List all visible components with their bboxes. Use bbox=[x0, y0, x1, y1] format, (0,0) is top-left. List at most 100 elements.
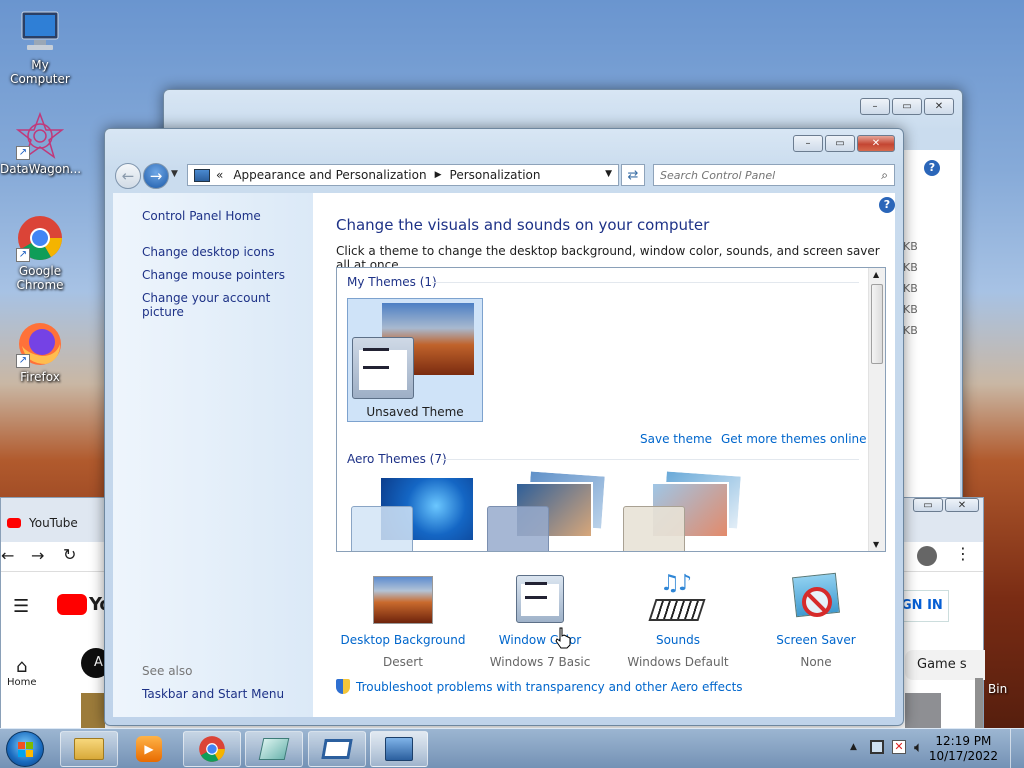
minimize-button[interactable]: – bbox=[793, 135, 823, 152]
file-size-unit: KB bbox=[903, 282, 918, 295]
help-icon[interactable]: ? bbox=[924, 160, 940, 176]
change-mouse-pointers-link[interactable]: Change mouse pointers bbox=[142, 268, 285, 282]
address-bar[interactable]: « Appearance and Personalization ▶ Perso… bbox=[187, 164, 619, 186]
system-tray: ▲ ✕ 🔈︎ 12:19 PM 10/17/2022 bbox=[834, 729, 1024, 768]
file-size-unit: KB bbox=[903, 261, 918, 274]
desktop-background-setting[interactable]: Desktop Background Desert bbox=[336, 573, 470, 669]
browser-menu-icon[interactable]: ⋮ bbox=[955, 544, 971, 563]
desktop-icon-firefox[interactable]: ↗ Firefox bbox=[0, 320, 80, 384]
desktop-background-icon bbox=[371, 573, 435, 627]
file-list-pane bbox=[904, 150, 960, 530]
desktop-icon-my-computer[interactable]: My Computer bbox=[0, 8, 80, 86]
control-panel-home-link[interactable]: Control Panel Home bbox=[142, 209, 261, 223]
theme-gallery-scrollbar[interactable]: ▲ ▼ bbox=[868, 268, 885, 551]
setting-label[interactable]: Window Color bbox=[473, 633, 607, 647]
setting-label[interactable]: Screen Saver bbox=[749, 633, 883, 647]
sounds-setting[interactable]: ♫ ♪ Sounds Windows Default bbox=[611, 571, 745, 669]
search-box[interactable]: ⌕ bbox=[653, 164, 895, 186]
theme-gallery[interactable]: My Themes (1) Unsaved Theme Save theme G… bbox=[336, 267, 886, 552]
back-arrow-icon[interactable]: ← bbox=[1, 546, 14, 565]
desktop-icon-chrome[interactable]: ↗ Google Chrome bbox=[0, 214, 80, 292]
scroll-up-icon[interactable]: ▲ bbox=[873, 270, 879, 279]
forward-button[interactable]: → bbox=[143, 163, 169, 189]
recycle-bin-label[interactable]: Bin bbox=[988, 682, 1007, 696]
media-player-icon: ▶ bbox=[136, 736, 162, 762]
main-content: ? Change the visuals and sounds on your … bbox=[313, 193, 895, 717]
close-button[interactable]: ✕ bbox=[924, 98, 954, 115]
taskbar-start-menu-link[interactable]: Taskbar and Start Menu bbox=[142, 687, 284, 701]
breadcrumb-appearance[interactable]: Appearance and Personalization bbox=[233, 168, 426, 182]
sign-in-button[interactable]: GN IN bbox=[901, 590, 949, 622]
tab-title: YouTube bbox=[29, 516, 78, 530]
control-panel-icon bbox=[385, 737, 413, 761]
maximize-button[interactable]: ▭ bbox=[825, 135, 855, 152]
action-center-icon[interactable]: ✕ bbox=[892, 740, 906, 754]
theme-tile-unsaved[interactable]: Unsaved Theme bbox=[347, 298, 483, 422]
minimize-button[interactable]: – bbox=[860, 98, 890, 115]
show-desktop-button[interactable] bbox=[1010, 729, 1024, 768]
show-hidden-icons-icon[interactable]: ▲ bbox=[850, 742, 857, 752]
personalization-window[interactable]: – ▭ ✕ ← → ▼ « Appearance and Personaliza… bbox=[104, 128, 904, 726]
help-icon[interactable]: ? bbox=[879, 197, 895, 213]
control-panel-icon bbox=[194, 168, 210, 182]
taskbar-app-button[interactable] bbox=[245, 731, 303, 767]
video-thumbnail[interactable] bbox=[905, 693, 941, 729]
youtube-logo[interactable]: Yo bbox=[57, 594, 112, 615]
desktop-icon-datawagon[interactable]: ↗ DataWagon... bbox=[0, 111, 81, 176]
breadcrumb-overflow[interactable]: « bbox=[216, 168, 223, 182]
back-button[interactable]: ← bbox=[115, 163, 141, 189]
volume-icon[interactable]: 🔈︎ bbox=[914, 738, 923, 756]
search-icon[interactable]: ⌕ bbox=[881, 168, 888, 183]
change-account-picture-link[interactable]: Change your account picture bbox=[142, 291, 313, 319]
forward-arrow-icon[interactable]: → bbox=[31, 546, 44, 565]
maximize-button[interactable]: ▭ bbox=[892, 98, 922, 115]
save-theme-link[interactable]: Save theme bbox=[640, 432, 712, 446]
youtube-play-icon bbox=[57, 594, 87, 615]
scroll-down-icon[interactable]: ▼ bbox=[873, 540, 879, 549]
search-input[interactable] bbox=[660, 168, 870, 182]
taskbar-explorer-button[interactable] bbox=[60, 731, 118, 767]
browser-maximize-button[interactable]: ▭ bbox=[913, 498, 943, 512]
change-desktop-icons-link[interactable]: Change desktop icons bbox=[142, 245, 275, 259]
breadcrumb-separator-icon: ▶ bbox=[434, 170, 442, 180]
profile-icon[interactable] bbox=[917, 546, 937, 566]
reload-icon[interactable]: ↻ bbox=[63, 545, 76, 564]
video-thumbnail[interactable] bbox=[81, 693, 105, 729]
nav-home[interactable]: ⌂ Home bbox=[7, 656, 37, 688]
hamburger-menu-icon[interactable]: ☰ bbox=[13, 596, 29, 617]
theme-tile-architecture[interactable] bbox=[487, 464, 611, 551]
close-button[interactable]: ✕ bbox=[857, 135, 895, 152]
screen-saver-icon bbox=[784, 572, 848, 627]
search-suggestion-chip[interactable]: Game s bbox=[905, 650, 985, 680]
troubleshoot-link-row[interactable]: Troubleshoot problems with transparency … bbox=[336, 679, 743, 694]
taskbar-control-panel-button[interactable] bbox=[370, 731, 428, 767]
window-color-setting[interactable]: Window Color Windows 7 Basic bbox=[473, 573, 607, 669]
scrollbar-thumb[interactable] bbox=[871, 284, 883, 364]
desktop-icon-label: My Computer bbox=[10, 58, 70, 86]
refresh-button[interactable]: ⇄ bbox=[621, 164, 645, 186]
network-icon[interactable] bbox=[870, 740, 884, 754]
group-divider bbox=[441, 459, 859, 460]
taskbar-chrome-button[interactable] bbox=[183, 731, 241, 767]
browser-tab[interactable]: YouTube bbox=[7, 516, 78, 530]
setting-label[interactable]: Desktop Background bbox=[336, 633, 470, 647]
computer-icon bbox=[16, 8, 64, 56]
clock-date: 10/17/2022 bbox=[928, 749, 998, 763]
get-more-themes-link[interactable]: Get more themes online bbox=[721, 432, 867, 446]
theme-tile-nature[interactable] bbox=[623, 464, 747, 551]
page-scrollbar[interactable] bbox=[975, 678, 983, 730]
setting-value: Windows Default bbox=[627, 655, 729, 669]
troubleshoot-link[interactable]: Troubleshoot problems with transparency … bbox=[356, 680, 743, 694]
taskbar-window-button[interactable] bbox=[308, 731, 366, 767]
theme-tile-windows7[interactable] bbox=[351, 478, 475, 551]
browser-close-button[interactable]: ✕ bbox=[945, 498, 979, 512]
address-dropdown-icon[interactable]: ▼ bbox=[605, 169, 612, 179]
taskbar-media-player-button[interactable]: ▶ bbox=[120, 731, 178, 767]
screen-saver-setting[interactable]: Screen Saver None bbox=[749, 572, 883, 669]
clock[interactable]: 12:19 PM 10/17/2022 bbox=[929, 734, 998, 764]
setting-label[interactable]: Sounds bbox=[611, 633, 745, 647]
recent-pages-icon[interactable]: ▼ bbox=[171, 169, 178, 179]
start-button[interactable] bbox=[6, 731, 44, 767]
folder-icon bbox=[74, 738, 104, 760]
breadcrumb-personalization[interactable]: Personalization bbox=[450, 168, 541, 182]
